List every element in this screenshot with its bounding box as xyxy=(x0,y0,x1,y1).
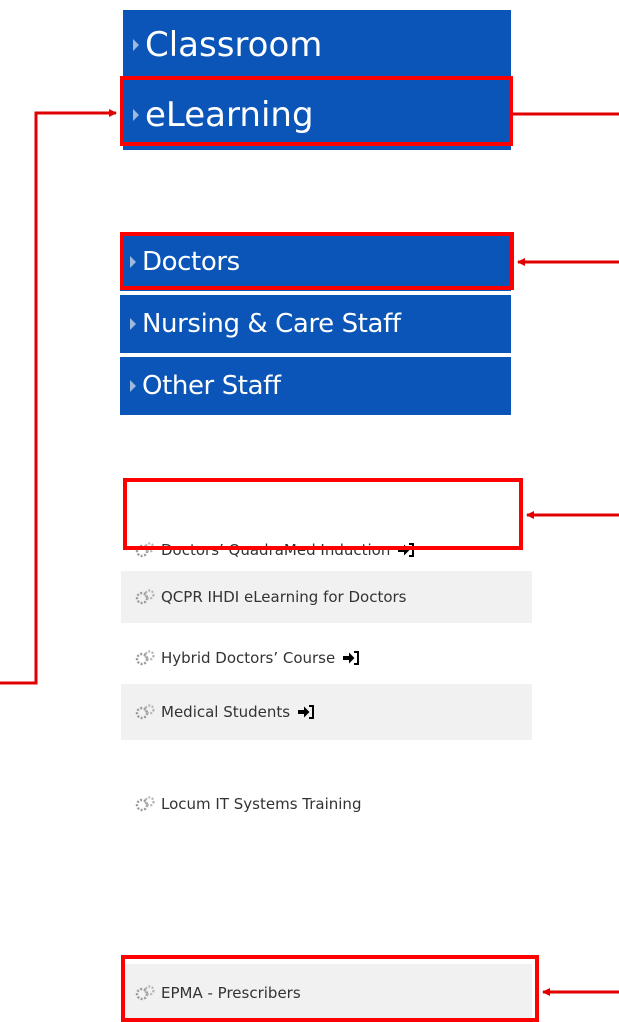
enrol-icon xyxy=(343,651,360,665)
course-label: Medical Students xyxy=(161,703,291,721)
category-elearning[interactable]: eLearning xyxy=(123,80,511,150)
course-link[interactable]: Medical Students xyxy=(121,684,532,740)
category-label: Other Staff xyxy=(142,371,281,401)
category-classroom[interactable]: Classroom xyxy=(123,10,511,80)
course-label: Hybrid Doctors’ Course xyxy=(161,649,336,667)
course-gears-icon xyxy=(135,542,155,558)
annotation-arrows xyxy=(0,109,619,996)
category-label: Nursing & Care Staff xyxy=(142,309,401,339)
enrol-icon xyxy=(398,543,415,557)
course-label: QCPR IHDI eLearning for Doctors xyxy=(161,588,407,606)
category-doctors[interactable]: Doctors xyxy=(120,233,511,291)
course-link[interactable]: Doctors’ QuadraMed Induction xyxy=(121,524,532,576)
category-label: Doctors xyxy=(142,247,240,277)
course-gears-icon xyxy=(135,985,155,1001)
course-link[interactable]: Hybrid Doctors’ Course xyxy=(121,632,532,684)
expand-triangle-icon xyxy=(130,256,136,268)
enrol-icon xyxy=(298,705,315,719)
category-other-staff[interactable]: Other Staff xyxy=(120,357,511,415)
course-label: Locum IT Systems Training xyxy=(161,795,362,813)
expand-triangle-icon xyxy=(130,318,136,330)
course-gears-icon xyxy=(135,650,155,666)
course-gears-icon xyxy=(135,796,155,812)
course-link[interactable]: EPMA - Prescribers xyxy=(121,964,532,1022)
expand-triangle-icon xyxy=(130,380,136,392)
expand-triangle-icon xyxy=(133,109,139,121)
course-label: Doctors’ QuadraMed Induction xyxy=(161,541,391,559)
course-gears-icon xyxy=(135,704,155,720)
category-nursing-care-staff[interactable]: Nursing & Care Staff xyxy=(120,295,511,353)
course-gears-icon xyxy=(135,589,155,605)
expand-triangle-icon xyxy=(133,39,139,51)
category-label: eLearning xyxy=(145,95,314,135)
category-label: Classroom xyxy=(145,25,323,65)
course-label: EPMA - Prescribers xyxy=(161,984,301,1002)
course-link[interactable]: QCPR IHDI eLearning for Doctors xyxy=(121,571,532,623)
course-link[interactable]: Locum IT Systems Training xyxy=(121,778,532,830)
